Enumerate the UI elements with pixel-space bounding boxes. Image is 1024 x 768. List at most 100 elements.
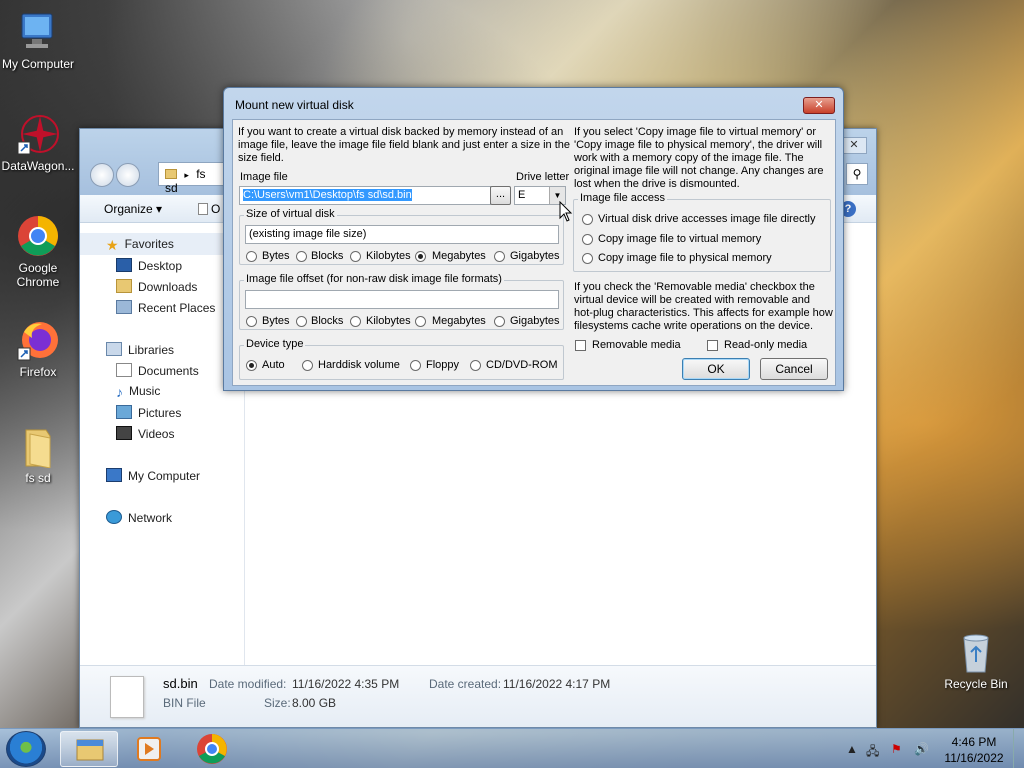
nav-label: Desktop	[138, 259, 183, 273]
date-created-label: Date created:	[429, 677, 502, 691]
size-value: (existing image file size)	[249, 228, 367, 240]
search-icon[interactable]: ⚲	[846, 163, 868, 185]
device-cdrom-radio[interactable]	[470, 360, 481, 371]
offset-unit-label: Bytes	[262, 315, 290, 327]
removable-media-checkbox[interactable]	[575, 340, 586, 351]
offset-unit-gigabytes-radio[interactable]	[494, 316, 505, 327]
offset-unit-blocks-radio[interactable]	[296, 316, 307, 327]
libraries-icon	[106, 342, 122, 356]
readonly-media-checkbox[interactable]	[707, 340, 718, 351]
volume-icon[interactable]: 🔊	[914, 742, 929, 756]
document-icon	[198, 203, 208, 215]
clock-date[interactable]: 11/16/2022	[940, 751, 1008, 765]
size-unit-label: Blocks	[311, 250, 344, 262]
nav-my-computer[interactable]: My Computer	[106, 468, 200, 483]
size-unit-megabytes-radio[interactable]	[415, 251, 426, 262]
nav-favorites[interactable]: ★ Favorites	[106, 237, 174, 253]
toolbar-partial-button[interactable]: O	[198, 202, 220, 216]
nav-downloads[interactable]: Downloads	[116, 279, 197, 294]
size-unit-bytes-radio[interactable]	[246, 251, 257, 262]
offset-unit-megabytes-radio[interactable]	[415, 316, 426, 327]
access-direct-radio[interactable]	[582, 214, 593, 225]
size-unit-kilobytes-radio[interactable]	[350, 251, 361, 262]
offset-input[interactable]	[245, 290, 559, 309]
nav-music[interactable]: ♪ Music	[116, 384, 161, 400]
nav-label: Recent Places	[138, 301, 216, 315]
nav-label: Music	[129, 384, 161, 398]
removable-info-line: filesystems cache write operations on th…	[574, 320, 814, 332]
offset-unit-bytes-radio[interactable]	[246, 316, 257, 327]
desktop-icon-chrome[interactable]: Google Chrome	[0, 214, 76, 289]
start-button[interactable]	[6, 731, 46, 767]
device-auto-radio[interactable]	[246, 360, 257, 371]
ok-button[interactable]: OK	[682, 358, 750, 380]
readonly-media-label: Read-only media	[724, 339, 808, 351]
size-label: Size:	[264, 696, 291, 710]
media-player-icon	[137, 737, 161, 761]
size-unit-blocks-radio[interactable]	[296, 251, 307, 262]
clock-time[interactable]: 4:46 PM	[946, 735, 1002, 749]
size-unit-gigabytes-radio[interactable]	[494, 251, 505, 262]
offset-unit-label: Blocks	[311, 315, 344, 327]
taskbar-explorer[interactable]	[60, 731, 118, 767]
organize-button[interactable]: Organize ▾	[104, 202, 162, 216]
desktop-icon-label: fs sd	[25, 471, 51, 485]
action-center-icon[interactable]: ⚑	[891, 742, 902, 756]
nav-label: Favorites	[124, 237, 174, 251]
nav-videos[interactable]: Videos	[116, 426, 174, 441]
desktop-icon-firefox[interactable]: Firefox	[0, 318, 76, 379]
nav-label: Downloads	[138, 280, 198, 294]
nav-libraries[interactable]: Libraries	[106, 342, 174, 357]
address-bar[interactable]: ▸ fs sd	[158, 162, 228, 195]
offset-group-label: Image file offset (for non-raw disk imag…	[244, 273, 504, 285]
nav-desktop[interactable]: Desktop	[116, 258, 182, 273]
network-icon	[106, 510, 122, 524]
access-virtual-memory-radio[interactable]	[582, 234, 593, 245]
device-harddisk-radio[interactable]	[302, 360, 313, 371]
desktop-icon-fs-sd[interactable]: fs sd	[0, 424, 76, 485]
cancel-button[interactable]: Cancel	[760, 358, 828, 380]
desktop-icon-datawagon[interactable]: DataWagon...	[0, 112, 76, 173]
dialog-body: If you want to create a virtual disk bac…	[232, 119, 836, 386]
nav-label: Pictures	[138, 406, 182, 420]
offset-unit-label: Kilobytes	[366, 315, 411, 327]
offset-unit-kilobytes-radio[interactable]	[350, 316, 361, 327]
show-desktop-button[interactable]	[1013, 729, 1024, 768]
removable-info-line: hot-plug characteristics. This affects f…	[574, 307, 833, 319]
nav-label: Libraries	[128, 343, 175, 357]
intro-right-line: 'Copy image file to physical memory', th…	[574, 139, 823, 151]
drive-letter-label: Drive letter	[516, 171, 570, 183]
datawagon-icon	[16, 112, 60, 156]
image-file-input[interactable]: C:\Users\vm1\Desktop\fs sd\sd.bin	[239, 186, 491, 205]
back-button[interactable]	[90, 163, 114, 187]
nav-pictures[interactable]: Pictures	[116, 405, 181, 420]
size-value: 8.00 GB	[292, 696, 337, 710]
network-tray-icon[interactable]: 🖧	[866, 742, 879, 763]
taskbar-chrome[interactable]	[183, 731, 241, 767]
browse-button[interactable]: ...	[490, 186, 511, 205]
dialog-close-button[interactable]: ✕	[803, 97, 835, 114]
date-modified-label: Date modified:	[209, 677, 287, 691]
tray-expand-icon[interactable]: ▲	[846, 742, 858, 756]
explorer-close-button[interactable]: ✕	[841, 137, 867, 154]
nav-recent-places[interactable]: Recent Places	[116, 300, 215, 315]
size-input[interactable]: (existing image file size)	[245, 225, 559, 244]
date-created-value: 11/16/2022 4:17 PM	[503, 677, 611, 691]
desktop-icon-recycle-bin[interactable]: Recycle Bin	[936, 630, 1016, 691]
access-physical-memory-radio[interactable]	[582, 253, 593, 264]
removable-info-line: virtual device will be created with remo…	[574, 294, 811, 306]
intro-right-line: original image file will not change. Any…	[574, 165, 824, 177]
documents-icon	[116, 363, 132, 377]
device-floppy-radio[interactable]	[410, 360, 421, 371]
downloads-icon	[116, 279, 132, 293]
forward-button[interactable]	[116, 163, 140, 187]
nav-documents[interactable]: Documents	[116, 363, 199, 378]
recycle-bin-icon	[954, 630, 998, 674]
nav-network[interactable]: Network	[106, 510, 172, 525]
desktop-icon-my-computer[interactable]: My Computer	[0, 10, 76, 71]
size-unit-label: Bytes	[262, 250, 290, 262]
intro-left-line: image file, leave the image file field b…	[238, 139, 571, 151]
access-option-label: Copy image file to virtual memory	[598, 233, 762, 245]
taskbar-media-player[interactable]	[120, 731, 178, 767]
offset-unit-label: Megabytes	[432, 315, 486, 327]
